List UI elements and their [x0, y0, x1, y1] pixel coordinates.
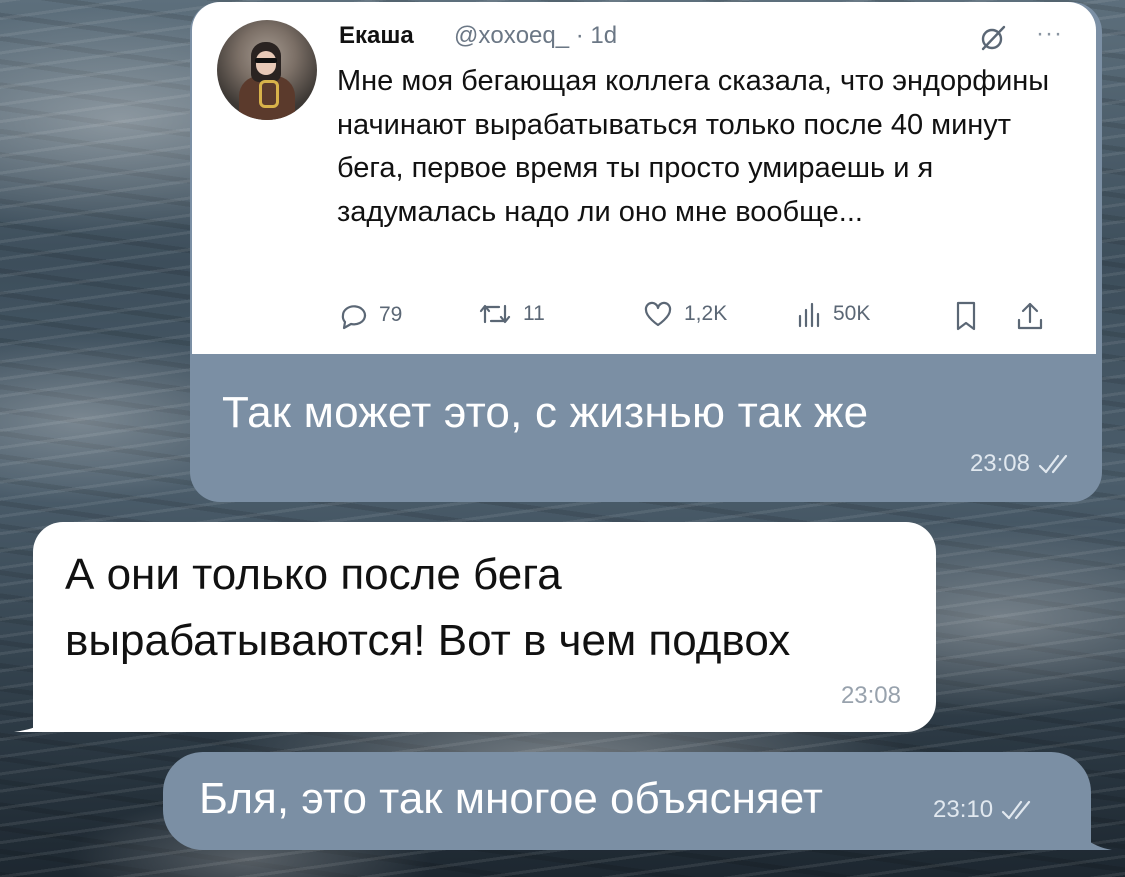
outgoing-message-with-tweet[interactable]: Екаша @xoxoeq_ · 1d ··· Мне моя бегающая…	[190, 2, 1102, 502]
share-action[interactable]	[1015, 300, 1045, 332]
grok-icon[interactable]	[979, 24, 1007, 52]
retweet-action[interactable]: 11	[477, 300, 545, 328]
share-icon	[1017, 302, 1043, 330]
reply-icon	[341, 305, 367, 330]
like-count: 1,2K	[684, 302, 728, 325]
message-meta: 23:08	[970, 450, 1072, 478]
message-meta: 23:10	[933, 796, 1035, 824]
message-time: 23:10	[933, 796, 994, 823]
message-time: 23:08	[969, 450, 1030, 477]
outgoing-message[interactable]: Бля, это так многое объясняет 23:10	[163, 752, 1091, 850]
embedded-tweet-card[interactable]: Екаша @xoxoeq_ · 1d ··· Мне моя бегающая…	[192, 2, 1096, 354]
views-action[interactable]: 50K	[795, 300, 870, 328]
message-text: Так может это, с жизнью так же	[222, 388, 869, 437]
views-icon	[798, 302, 820, 328]
reply-count: 79	[379, 303, 403, 326]
views-count: 50K	[833, 302, 871, 325]
retweet-icon	[479, 304, 511, 324]
tweet-action-bar: 79 11 1,2K 50K	[337, 300, 1067, 336]
tweet-author-name[interactable]: Екаша	[339, 22, 414, 50]
retweet-count: 11	[523, 302, 545, 325]
message-text: А они только после бега вырабатываются! …	[65, 550, 791, 665]
like-icon	[644, 301, 672, 327]
message-text: Бля, это так многое объясняет	[199, 774, 823, 823]
tweet-handle-and-age: @xoxoeq_ · 1d	[454, 22, 618, 49]
reply-action[interactable]: 79	[337, 300, 402, 330]
message-time: 23:08	[840, 682, 901, 709]
tweet-text: Мне моя бегающая коллега сказала, что эн…	[337, 65, 1050, 228]
incoming-message[interactable]: А они только после бега вырабатываются! …	[33, 522, 936, 732]
bookmark-action[interactable]	[952, 300, 980, 332]
double-check-icon	[1001, 800, 1031, 820]
bookmark-icon	[956, 301, 976, 331]
double-check-icon	[1038, 454, 1068, 474]
tweet-author-avatar[interactable]	[217, 20, 317, 120]
like-action[interactable]: 1,2K	[642, 300, 727, 328]
more-icon[interactable]: ···	[1036, 20, 1063, 48]
